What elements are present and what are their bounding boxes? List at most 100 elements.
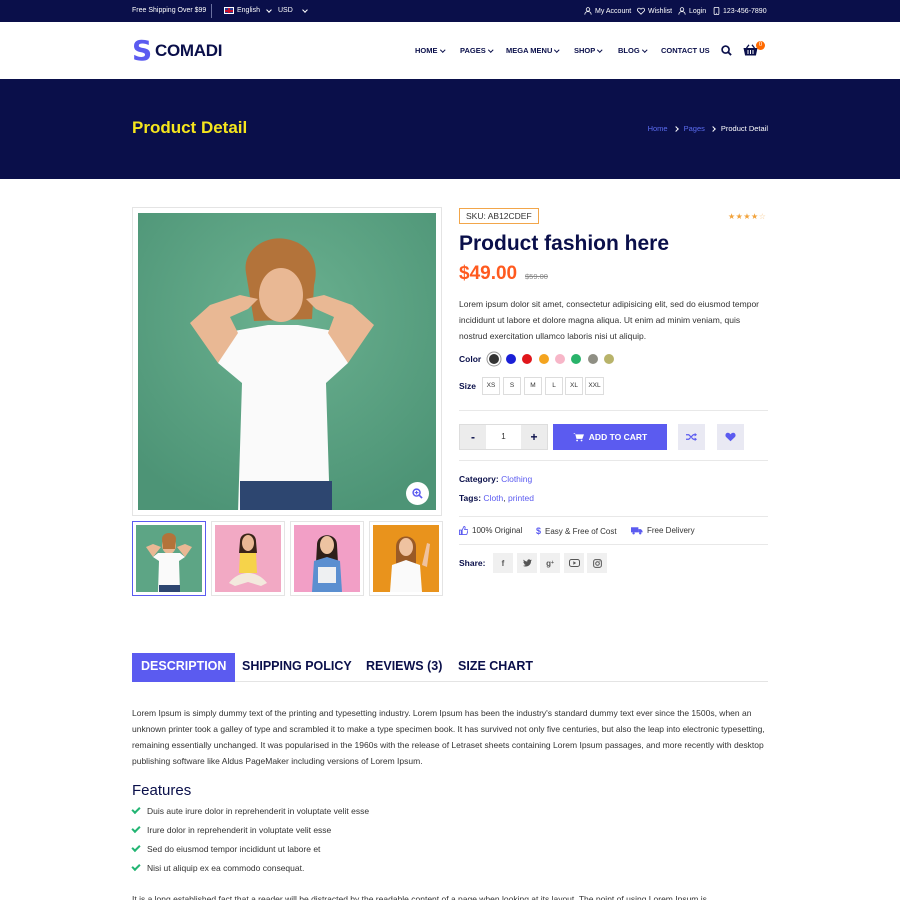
tag-link[interactable]: Cloth bbox=[483, 493, 503, 503]
tag-link[interactable]: printed bbox=[508, 493, 534, 503]
size-l[interactable]: L bbox=[545, 377, 563, 395]
thumbnail-3[interactable] bbox=[290, 521, 364, 596]
feature-free-delivery: Free Delivery bbox=[631, 526, 695, 535]
color-swatch-black[interactable] bbox=[489, 354, 499, 364]
product-photo bbox=[138, 213, 436, 510]
twitter-icon[interactable] bbox=[517, 553, 537, 573]
tab-reviews[interactable]: REVIEWS (3) bbox=[366, 653, 442, 682]
cart-count-badge: 0 bbox=[756, 41, 765, 50]
compare-button[interactable] bbox=[678, 424, 705, 450]
chevron-down-icon bbox=[487, 47, 493, 52]
check-icon bbox=[131, 842, 141, 853]
feature-list-item: Irure dolor in reprehenderit in voluptat… bbox=[131, 823, 331, 835]
feature-list-item: Duis aute irure dolor in reprehenderit i… bbox=[131, 804, 369, 816]
quantity-decrease-button[interactable]: - bbox=[460, 425, 486, 449]
chevron-down-icon bbox=[439, 47, 445, 52]
search-icon[interactable] bbox=[721, 45, 732, 56]
logo[interactable]: S COMADI bbox=[132, 34, 223, 67]
add-to-cart-button[interactable]: ADD TO CART bbox=[553, 424, 667, 450]
check-icon bbox=[131, 823, 141, 834]
product-category: Category: Clothing bbox=[459, 474, 533, 484]
quantity-input[interactable]: 1 bbox=[486, 425, 521, 449]
color-swatch-olive[interactable] bbox=[604, 354, 614, 364]
breadcrumb-pages[interactable]: Pages bbox=[684, 124, 705, 133]
divider bbox=[459, 516, 768, 517]
old-price: $59.00 bbox=[525, 272, 548, 281]
youtube-icon[interactable] bbox=[564, 553, 584, 573]
color-swatch-blue[interactable] bbox=[506, 354, 516, 364]
nav-home[interactable]: HOME bbox=[415, 46, 445, 55]
category-link[interactable]: Clothing bbox=[501, 474, 532, 484]
tab-shipping-policy[interactable]: SHIPPING POLICY bbox=[242, 653, 352, 682]
chevron-down-icon bbox=[266, 6, 272, 13]
wishlist-button[interactable] bbox=[717, 424, 744, 450]
thumbs-up-icon bbox=[459, 526, 468, 535]
youtube-glyph bbox=[568, 559, 580, 567]
size-xxl[interactable]: XXL bbox=[585, 377, 604, 395]
zoom-button[interactable] bbox=[406, 482, 429, 505]
twitter-glyph bbox=[522, 559, 532, 567]
star-icon: ★ bbox=[751, 212, 759, 221]
nav-shop[interactable]: SHOP bbox=[574, 46, 603, 55]
description-paragraph-2: It is a long established fact that a rea… bbox=[132, 894, 707, 900]
check-icon bbox=[131, 861, 141, 872]
login-link[interactable]: Login bbox=[678, 7, 706, 15]
quantity-stepper: - 1 + bbox=[459, 424, 548, 450]
color-swatch-pink[interactable] bbox=[555, 354, 565, 364]
size-xs[interactable]: XS bbox=[482, 377, 500, 395]
user-icon bbox=[584, 7, 592, 15]
description-paragraph: Lorem Ipsum is simply dummy text of the … bbox=[132, 708, 765, 766]
thumbnail-2[interactable] bbox=[211, 521, 285, 596]
thumbnail-image bbox=[294, 525, 360, 592]
nav-contact-us[interactable]: CONTACT US bbox=[661, 46, 710, 55]
size-xl[interactable]: XL bbox=[565, 377, 583, 395]
nav-mega-menu[interactable]: MEGA MENU bbox=[506, 46, 560, 55]
dollar-icon: $ bbox=[536, 526, 542, 536]
breadcrumb-current: Product Detail bbox=[720, 124, 768, 133]
thumbnail-image bbox=[373, 525, 439, 592]
divider bbox=[459, 410, 768, 411]
features-heading: Features bbox=[132, 782, 192, 799]
color-swatch-red[interactable] bbox=[522, 354, 532, 364]
quantity-increase-button[interactable]: + bbox=[521, 425, 547, 449]
product-title: Product fashion here bbox=[459, 232, 670, 255]
tab-description[interactable]: DESCRIPTION bbox=[132, 653, 236, 682]
nav-pages[interactable]: PAGES bbox=[460, 46, 493, 55]
user-icon bbox=[678, 7, 686, 15]
currency-selector[interactable]: USD bbox=[278, 6, 308, 14]
thumbnail-photo bbox=[146, 533, 192, 592]
color-swatch-green[interactable] bbox=[571, 354, 581, 364]
wishlist-link[interactable]: Wishlist bbox=[637, 7, 672, 15]
phone-link[interactable]: 123-456-7890 bbox=[713, 7, 767, 15]
thumbnail-1[interactable] bbox=[132, 521, 206, 596]
nav-blog[interactable]: BLOG bbox=[618, 46, 647, 55]
instagram-glyph bbox=[592, 558, 602, 568]
star-icon: ★ bbox=[728, 212, 736, 221]
breadcrumb-home[interactable]: Home bbox=[648, 124, 668, 133]
size-m[interactable]: M bbox=[524, 377, 542, 395]
color-swatch-orange[interactable] bbox=[539, 354, 549, 364]
check-icon bbox=[131, 804, 141, 815]
thumbnail-4[interactable] bbox=[369, 521, 443, 596]
my-account-link[interactable]: My Account bbox=[584, 7, 631, 15]
logo-mark: S bbox=[132, 34, 153, 67]
feature-list-item: Nisi ut aliquip ex ea commodo consequat. bbox=[131, 861, 304, 873]
language-selector[interactable]: English bbox=[224, 6, 272, 14]
instagram-icon[interactable] bbox=[587, 553, 607, 573]
google-plus-icon[interactable]: g + bbox=[540, 553, 560, 573]
top-bar: Free Shipping Over $99 English USD My Ac… bbox=[0, 0, 900, 22]
site-header: S COMADI HOME PAGES MEGA MENU SHOP BLOG … bbox=[0, 22, 900, 79]
free-shipping-notice: Free Shipping Over $99 bbox=[132, 7, 207, 14]
facebook-icon[interactable]: f bbox=[493, 553, 513, 573]
thumbnail-image bbox=[136, 525, 202, 592]
size-s[interactable]: S bbox=[503, 377, 521, 395]
logo-text: COMADI bbox=[155, 40, 223, 60]
divider bbox=[459, 544, 768, 545]
tab-size-chart[interactable]: SIZE CHART bbox=[458, 653, 533, 682]
color-swatch-gray[interactable] bbox=[588, 354, 598, 364]
thumbnail-photo bbox=[390, 536, 430, 592]
chevron-right-icon bbox=[710, 125, 716, 132]
rating-stars: ★★★★☆ bbox=[728, 212, 766, 221]
sku-badge: SKU: AB12CDEF bbox=[459, 208, 539, 224]
main-product-image[interactable] bbox=[132, 207, 442, 516]
